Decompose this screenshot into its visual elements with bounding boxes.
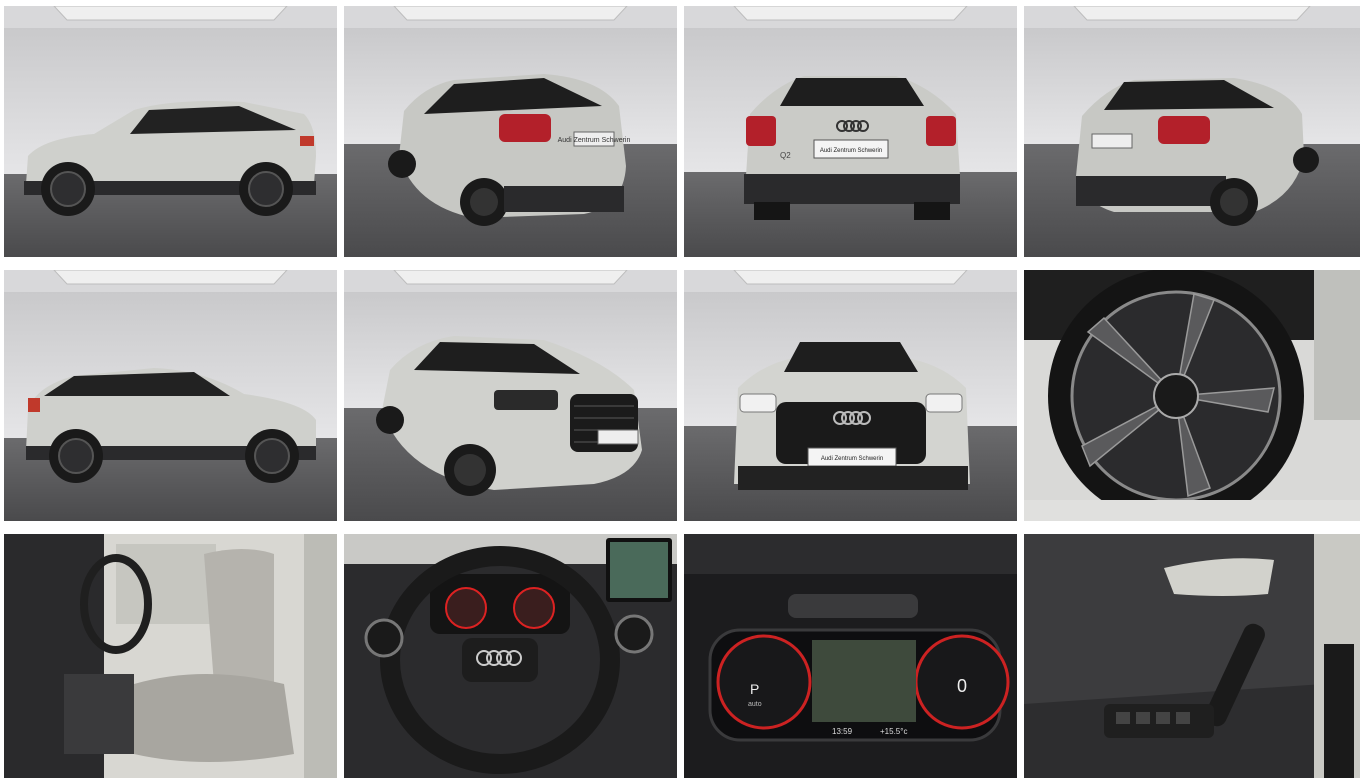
photo-exterior-rear-three-quarter-right[interactable] xyxy=(1024,6,1360,257)
photo-interior-steering-wheel[interactable] xyxy=(344,534,677,778)
temperature-readout: +15.5°c xyxy=(880,727,907,736)
photo-interior-virtual-cockpit[interactable]: P auto 0 13:59 +15.5°c xyxy=(684,534,1017,778)
photo-exterior-side-right[interactable] xyxy=(4,270,337,521)
gear-indicator: P xyxy=(750,681,759,697)
photo-exterior-rear-three-quarter-left[interactable]: Audi Zentrum Schwerin xyxy=(344,6,677,257)
photo-exterior-front[interactable]: Audi Zentrum Schwerin xyxy=(684,270,1017,521)
photo-gallery: Audi Zentrum Schwerin Audi Zentrum Schwe… xyxy=(4,6,1360,778)
clock-readout: 13:59 xyxy=(832,727,853,736)
photo-wheel-closeup[interactable] xyxy=(1024,270,1360,521)
front-plate-text: Audi Zentrum Schwerin xyxy=(821,456,883,462)
photo-interior-door-panel[interactable] xyxy=(1024,534,1360,778)
speed-readout: 0 xyxy=(957,676,967,696)
model-badge: Q2 xyxy=(780,151,791,160)
photo-exterior-rear[interactable]: Audi Zentrum Schwerin Q2 xyxy=(684,6,1017,257)
photo-interior-front-seats[interactable] xyxy=(4,534,337,778)
rear-plate-text: Audi Zentrum Schwerin xyxy=(558,137,631,144)
rear-plate-text: Audi Zentrum Schwerin xyxy=(820,148,882,154)
photo-exterior-side-left[interactable] xyxy=(4,6,337,257)
gear-mode: auto xyxy=(748,701,762,708)
photo-exterior-front-three-quarter[interactable] xyxy=(344,270,677,521)
